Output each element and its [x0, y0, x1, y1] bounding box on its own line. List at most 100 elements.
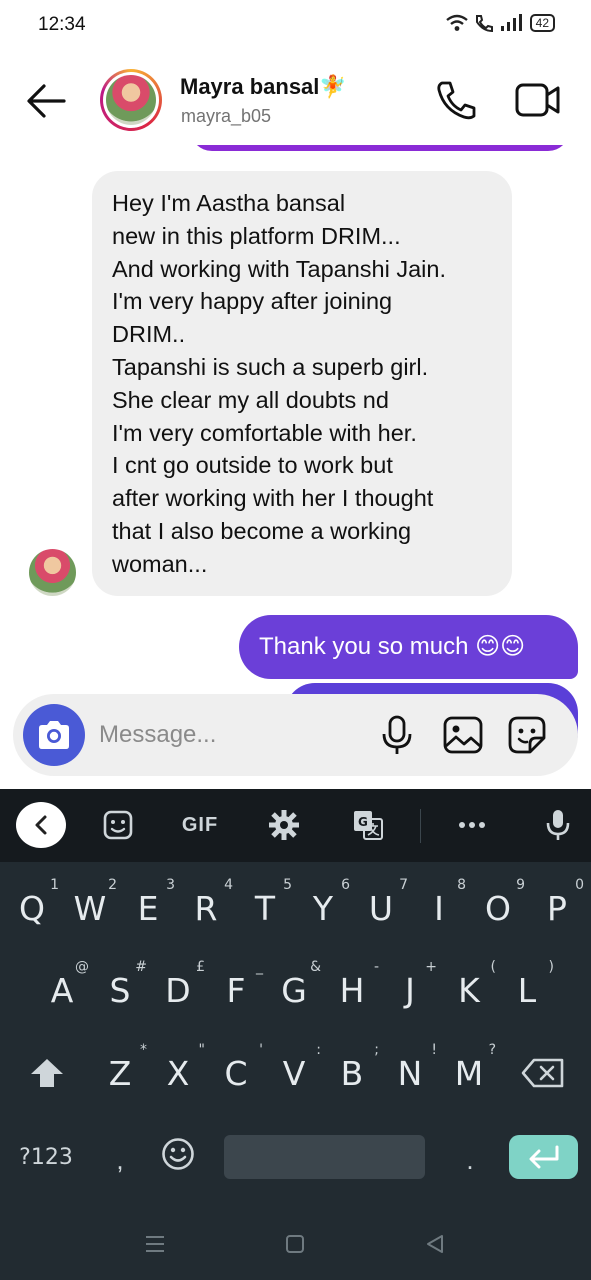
backspace-key[interactable] — [514, 1036, 572, 1110]
comma-key[interactable]: , — [100, 1135, 140, 1185]
key-label: U — [368, 888, 394, 928]
key-y[interactable]: Y6 — [294, 871, 352, 945]
key-t[interactable]: T5 — [236, 871, 294, 945]
sticker-icon — [508, 716, 546, 754]
square-home-icon — [286, 1235, 304, 1253]
key-label: F — [226, 970, 246, 1010]
key-d[interactable]: D £ — [149, 953, 207, 1027]
toolbar-divider — [420, 809, 421, 843]
key-label: X — [166, 1053, 190, 1093]
key-label: C — [224, 1053, 248, 1093]
menu-lines-icon — [146, 1236, 164, 1252]
message-line: woman... — [112, 550, 208, 577]
key-label: E — [137, 888, 159, 928]
key-label: Z — [108, 1053, 132, 1093]
key-q[interactable]: Q1 — [3, 871, 61, 945]
key-r[interactable]: R4 — [177, 871, 235, 945]
key-hint: # — [135, 959, 147, 975]
message-thread[interactable]: Hey I'm Aastha bansal new in this platfo… — [0, 145, 591, 785]
key-v[interactable]: V: — [265, 1036, 323, 1110]
key-c[interactable]: C ' — [207, 1036, 265, 1110]
key-hint: ' — [259, 1042, 263, 1058]
key-i[interactable]: I8 — [410, 871, 468, 945]
more-options-button[interactable] — [454, 803, 490, 847]
contact-handle[interactable]: mayra_b05 — [181, 106, 271, 127]
key-label: I — [434, 888, 444, 928]
space-key[interactable] — [224, 1135, 425, 1179]
key-w[interactable]: W2 — [61, 871, 119, 945]
key-label: H — [339, 970, 365, 1010]
key-hint: ! — [431, 1042, 437, 1058]
gif-button[interactable]: GIF — [178, 803, 222, 847]
message-input[interactable] — [99, 714, 369, 756]
key-h[interactable]: H- — [323, 953, 381, 1027]
key-s[interactable]: S # — [91, 953, 149, 1027]
key-u[interactable]: U7 — [352, 871, 410, 945]
key-label: D — [165, 970, 191, 1010]
signal-icon — [500, 14, 522, 31]
key-m[interactable]: M? — [440, 1036, 498, 1110]
key-hint: 7 — [399, 877, 408, 893]
key-z[interactable]: Z * — [91, 1036, 149, 1110]
key-hint: 8 — [457, 877, 466, 893]
key-o[interactable]: O9 — [469, 871, 527, 945]
message-line: Tapanshi is such a superb girl. — [112, 353, 429, 380]
wifi-icon — [445, 14, 468, 31]
received-message-bubble[interactable]: Hey I'm Aastha bansal new in this platfo… — [92, 171, 512, 596]
key-p[interactable]: P0 — [528, 871, 586, 945]
key-x[interactable]: X " — [149, 1036, 207, 1110]
avatar-image — [106, 75, 156, 125]
emoji-sticker-button[interactable] — [100, 803, 136, 847]
voice-call-button[interactable] — [434, 79, 478, 121]
camera-icon — [39, 721, 69, 749]
sticker-button[interactable] — [506, 714, 548, 756]
keyboard-settings-button[interactable] — [266, 803, 302, 847]
key-e[interactable]: E3 — [119, 871, 177, 945]
recents-button[interactable] — [140, 1228, 170, 1260]
key-g[interactable]: G & — [265, 953, 323, 1027]
gallery-button[interactable] — [442, 714, 484, 756]
key-hint: 9 — [516, 877, 525, 893]
key-n[interactable]: N! — [381, 1036, 439, 1110]
sent-message-bubble[interactable]: Thank you so much 😊😊 — [239, 615, 578, 679]
key-label: L — [517, 970, 537, 1010]
volte-call-icon — [475, 15, 493, 32]
translate-button[interactable]: G — [350, 803, 386, 847]
key-hint: 2 — [108, 877, 117, 893]
key-a[interactable]: A @ — [33, 953, 91, 1027]
key-hint: 5 — [283, 877, 292, 893]
voice-message-button[interactable] — [377, 714, 417, 756]
home-button[interactable] — [280, 1228, 310, 1260]
symbols-key[interactable]: ?123 — [10, 1135, 82, 1179]
key-label: O — [485, 888, 511, 928]
key-label: N — [397, 1053, 423, 1093]
key-label: J — [405, 970, 415, 1010]
shift-key[interactable] — [18, 1036, 76, 1110]
sender-avatar[interactable] — [29, 549, 76, 596]
key-l[interactable]: L) — [498, 953, 556, 1027]
previous-message-bubble[interactable] — [190, 145, 570, 151]
voice-typing-button[interactable] — [540, 803, 576, 847]
system-navigation-bar — [0, 1208, 591, 1280]
chevron-left-icon — [35, 815, 47, 835]
message-line: Hey I'm Aastha bansal — [112, 190, 346, 216]
keyboard-collapse-button[interactable] — [16, 802, 66, 848]
key-label: S — [109, 970, 131, 1010]
key-label: R — [194, 888, 218, 928]
contact-avatar[interactable] — [100, 69, 162, 131]
video-call-button[interactable] — [514, 79, 562, 121]
camera-button[interactable] — [23, 704, 85, 766]
key-hint: " — [198, 1042, 205, 1058]
period-key[interactable]: . — [450, 1135, 490, 1185]
microphone-icon — [546, 810, 570, 840]
contact-name[interactable]: Mayra bansal🧚 — [180, 74, 347, 100]
emoji-key[interactable] — [156, 1129, 200, 1179]
key-k[interactable]: K( — [440, 953, 498, 1027]
key-b[interactable]: B; — [323, 1036, 381, 1110]
back-nav-button[interactable] — [420, 1228, 450, 1260]
back-button[interactable] — [24, 81, 68, 121]
keyboard-toolbar: GIF G — [0, 789, 591, 862]
key-j[interactable]: J + — [381, 953, 439, 1027]
key-f[interactable]: F _ — [207, 953, 265, 1027]
enter-key[interactable] — [509, 1135, 578, 1179]
